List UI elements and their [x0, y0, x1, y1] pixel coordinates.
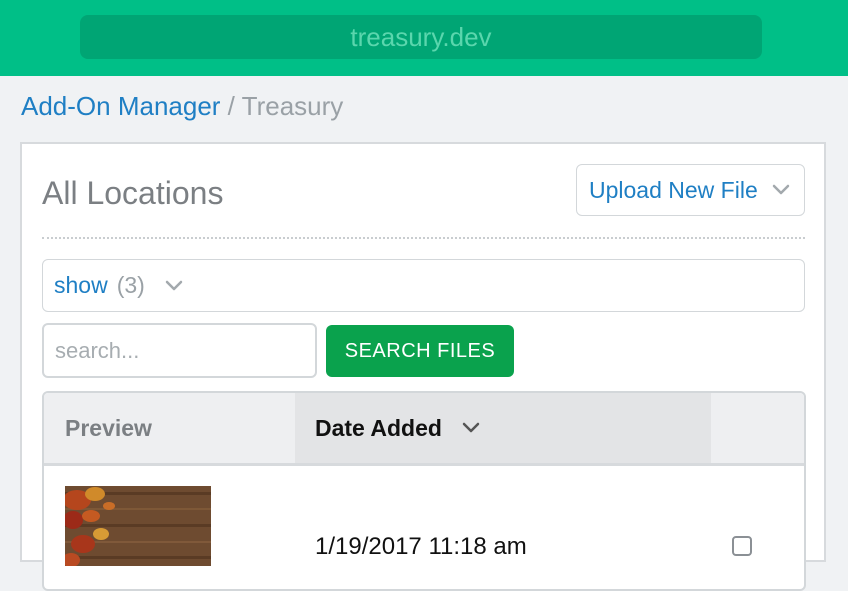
show-label: show: [54, 272, 108, 298]
upload-new-file-button[interactable]: Upload New File: [576, 164, 805, 216]
row-select-checkbox[interactable]: [732, 536, 752, 556]
chevron-down-icon: [772, 184, 790, 195]
file-preview-thumbnail[interactable]: [65, 486, 211, 566]
page-title: All Locations: [42, 175, 224, 211]
search-input[interactable]: [42, 323, 317, 378]
breadcrumb-current: Treasury: [241, 91, 344, 121]
url-text: treasury.dev: [350, 21, 492, 52]
search-files-button[interactable]: SEARCH FILES: [326, 325, 514, 377]
url-bar[interactable]: treasury.dev: [80, 15, 762, 59]
upload-button-label: Upload New File: [589, 176, 758, 203]
breadcrumb-separator: /: [220, 91, 242, 121]
chevron-down-icon: [165, 280, 183, 290]
breadcrumb-add-on-manager[interactable]: Add-On Manager: [21, 91, 220, 121]
column-header-date-added[interactable]: Date Added: [295, 393, 711, 463]
divider: [42, 237, 805, 239]
date-added-label: Date Added: [315, 414, 442, 441]
autumn-leaves-image: [65, 486, 211, 566]
table-header: Preview Date Added: [44, 393, 804, 466]
column-header-preview: Preview: [65, 415, 152, 441]
browser-top-bar: treasury.dev: [0, 0, 848, 76]
show-count: (3): [116, 272, 145, 298]
row-date-added: 1/19/2017 11:18 am: [315, 533, 527, 560]
sort-chevron-down-icon: [462, 422, 480, 433]
breadcrumb: Add-On Manager / Treasury: [21, 90, 343, 122]
show-filter-dropdown[interactable]: show (3): [42, 259, 805, 312]
files-table: Preview Date Added 1/19/2017 11:18 am: [42, 391, 806, 591]
